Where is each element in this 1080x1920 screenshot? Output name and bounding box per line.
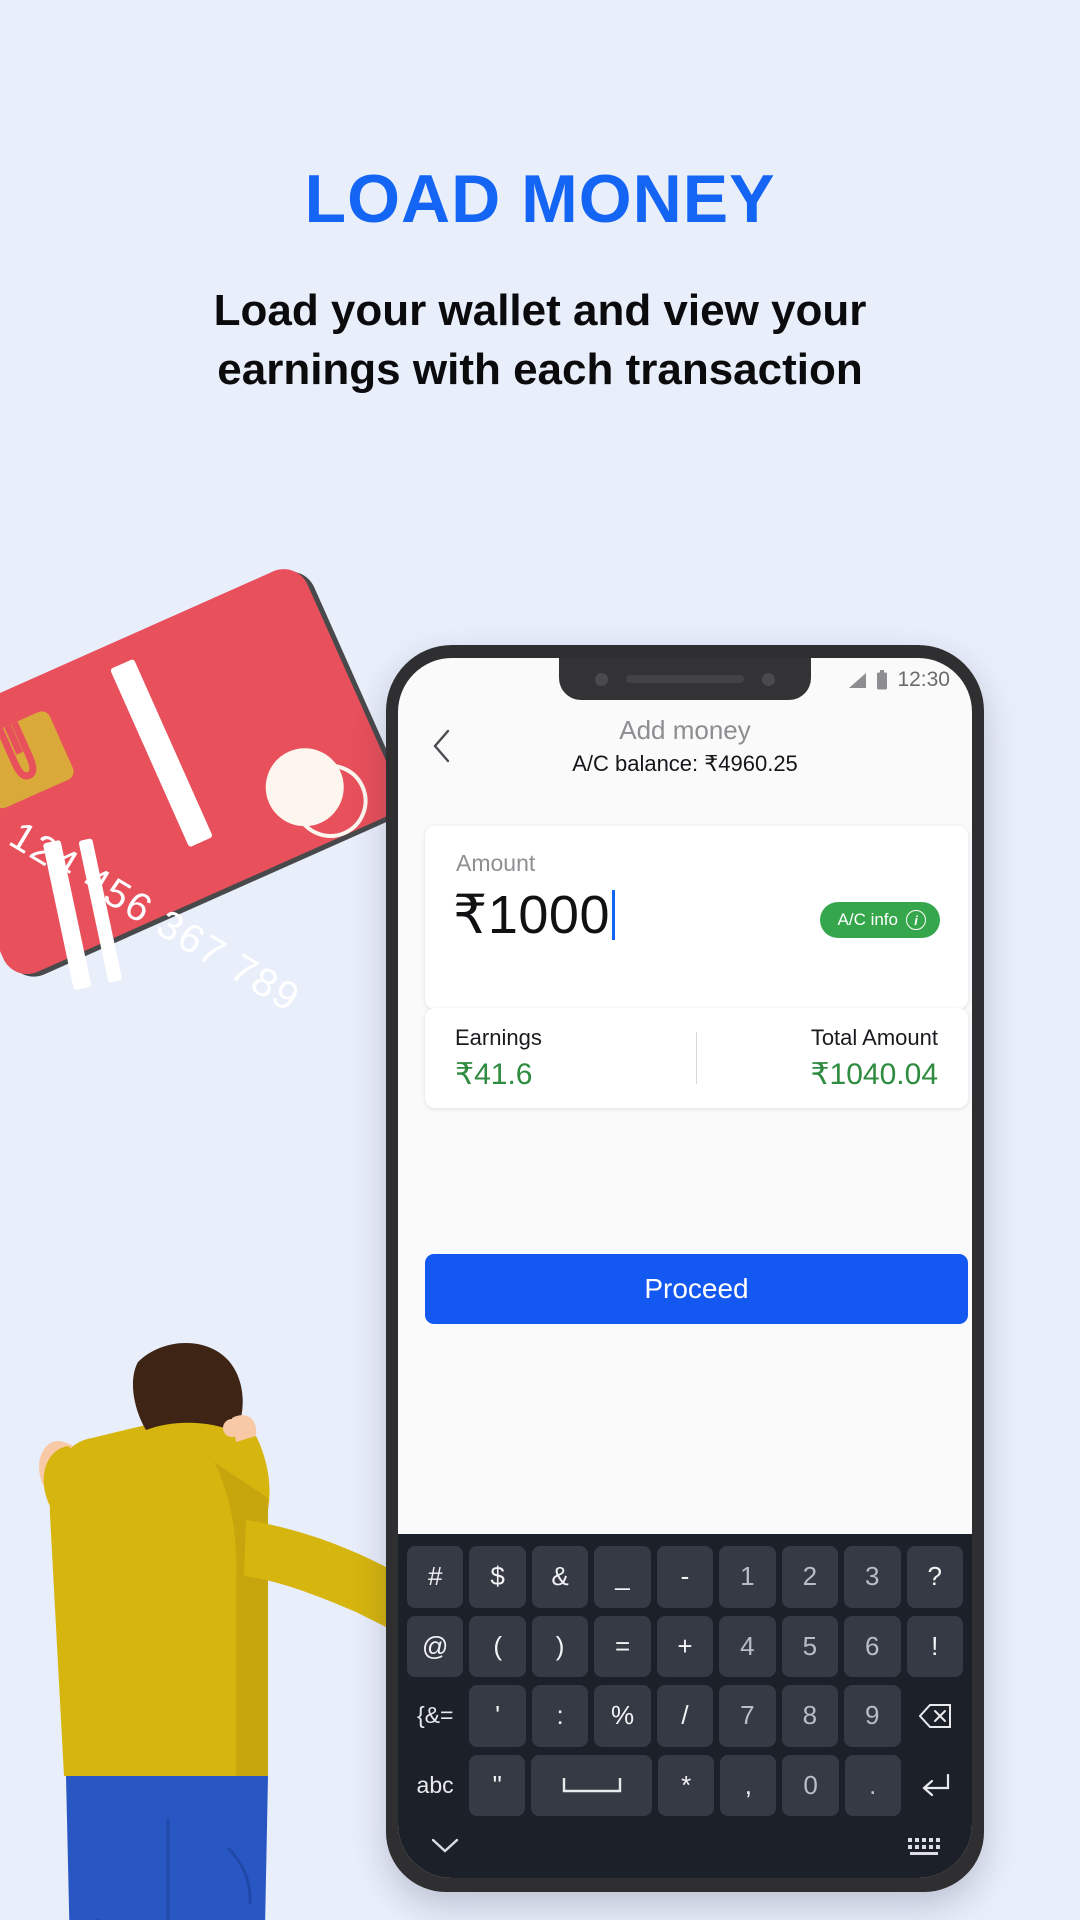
credit-card-graphic: 124 456 367 789	[0, 569, 406, 1021]
keyboard-switch-icon	[908, 1837, 940, 1849]
person-with-card-illustration: 124 456 367 789	[0, 480, 420, 1920]
key-1[interactable]: 1	[719, 1546, 776, 1608]
proceed-button[interactable]: Proceed	[425, 1254, 968, 1324]
key-quote[interactable]: "	[469, 1754, 526, 1816]
key-question[interactable]: ?	[906, 1546, 963, 1608]
key-paren-close[interactable]: )	[531, 1615, 589, 1677]
switch-keyboard-button[interactable]	[908, 1837, 940, 1855]
phone-screen: 12:30 Add money A/C balance: ₹4960.25 ₹1…	[398, 658, 972, 1878]
promo-header: LOAD MONEY Load your wallet and view you…	[0, 0, 1080, 400]
earnings-label: Earnings	[455, 1024, 542, 1050]
key-3[interactable]: 3	[844, 1546, 901, 1608]
phone-mockup: 12:30 Add money A/C balance: ₹4960.25 ₹1…	[386, 645, 984, 1892]
key-slash[interactable]: /	[656, 1685, 714, 1747]
key-colon[interactable]: :	[531, 1685, 589, 1747]
total-column: Total Amount ₹1040.04	[697, 1025, 968, 1092]
key-4[interactable]: 4	[719, 1615, 776, 1677]
key-comma[interactable]: ,	[720, 1754, 777, 1816]
key-space[interactable]	[531, 1754, 653, 1816]
summary-card: Earnings ₹41.6 Total Amount ₹1040.04	[425, 1008, 968, 1108]
key-backspace[interactable]	[907, 1685, 963, 1747]
chevron-down-icon	[431, 1838, 459, 1853]
key-underscore[interactable]: _	[594, 1546, 651, 1608]
amount-value-text: ₹1000	[453, 885, 610, 945]
ac-info-label: A/C info	[837, 910, 898, 929]
keyboard-row-4: abc " * , 0 .	[402, 1751, 968, 1821]
key-hash[interactable]: #	[407, 1546, 464, 1608]
key-apostrophe[interactable]: '	[469, 1685, 526, 1747]
key-plus[interactable]: +	[656, 1615, 714, 1677]
screen-title: Add money	[619, 715, 751, 745]
amount-input[interactable]: ₹1000	[453, 883, 615, 946]
key-exclamation[interactable]: !	[906, 1615, 963, 1677]
key-paren-open[interactable]: (	[469, 1615, 526, 1677]
earnings-value: ₹41.6	[455, 1057, 533, 1091]
key-6[interactable]: 6	[844, 1615, 901, 1677]
info-circle-icon: i	[906, 910, 926, 930]
on-screen-keyboard: # $ & _ - 1 2 3 ? @ ( ) = + 4 5 6 ! {&= …	[398, 1534, 972, 1878]
keyboard-row-2: @ ( ) = + 4 5 6 !	[402, 1612, 968, 1682]
key-5[interactable]: 5	[781, 1615, 839, 1677]
amount-card: Amount ₹1000 A/C info i	[425, 826, 968, 1009]
page-title: LOAD MONEY	[304, 161, 776, 237]
front-camera-icon	[595, 672, 608, 686]
key-at[interactable]: @	[407, 1615, 464, 1677]
promo-subtitle: Load your wallet and view your earnings …	[213, 286, 867, 395]
amount-label: Amount	[456, 850, 536, 876]
sensor-icon	[762, 672, 775, 686]
total-amount-label: Total Amount	[810, 1024, 938, 1050]
keyboard-row-3: {&= ' : % / 7 8 9	[402, 1681, 968, 1751]
key-7[interactable]: 7	[719, 1685, 776, 1747]
key-asterisk[interactable]: *	[658, 1754, 715, 1816]
key-9[interactable]: 9	[844, 1685, 901, 1747]
phone-notch	[559, 658, 811, 700]
keyboard-row-1: # $ & _ - 1 2 3 ?	[402, 1542, 968, 1612]
back-button[interactable]	[420, 724, 464, 768]
earpiece-speaker	[626, 675, 744, 683]
ac-info-badge[interactable]: A/C info i	[819, 902, 940, 938]
key-symbols-toggle[interactable]: {&=	[407, 1685, 463, 1747]
app-header: Add money A/C balance: ₹4960.25	[398, 710, 972, 780]
keyboard-bottom-bar	[402, 1820, 968, 1878]
key-equals[interactable]: =	[594, 1615, 651, 1677]
promo-screenshot: LOAD MONEY Load your wallet and view you…	[0, 0, 1080, 1920]
signal-triangle-icon	[849, 672, 867, 688]
key-2[interactable]: 2	[781, 1546, 839, 1608]
space-bar-icon	[562, 1778, 621, 1793]
key-8[interactable]: 8	[781, 1685, 839, 1747]
text-cursor	[612, 889, 615, 940]
backspace-icon	[918, 1703, 951, 1728]
enter-return-icon	[922, 1774, 949, 1797]
account-balance-text: A/C balance: ₹4960.25	[572, 750, 798, 776]
key-dollar[interactable]: $	[469, 1546, 526, 1608]
battery-icon	[877, 670, 888, 690]
key-hyphen[interactable]: -	[656, 1546, 714, 1608]
key-0[interactable]: 0	[782, 1754, 839, 1816]
status-bar: 12:30	[846, 658, 950, 702]
chevron-left-icon	[433, 729, 450, 763]
earnings-column: Earnings ₹41.6	[425, 1025, 696, 1092]
key-period[interactable]: .	[844, 1754, 901, 1816]
key-percent[interactable]: %	[594, 1685, 651, 1747]
key-abc-toggle[interactable]: abc	[407, 1755, 463, 1817]
total-amount-value: ₹1040.04	[810, 1057, 938, 1091]
key-ampersand[interactable]: &	[531, 1546, 589, 1608]
key-enter[interactable]	[907, 1755, 963, 1817]
status-time: 12:30	[897, 668, 950, 691]
hide-keyboard-button[interactable]	[430, 1837, 460, 1855]
